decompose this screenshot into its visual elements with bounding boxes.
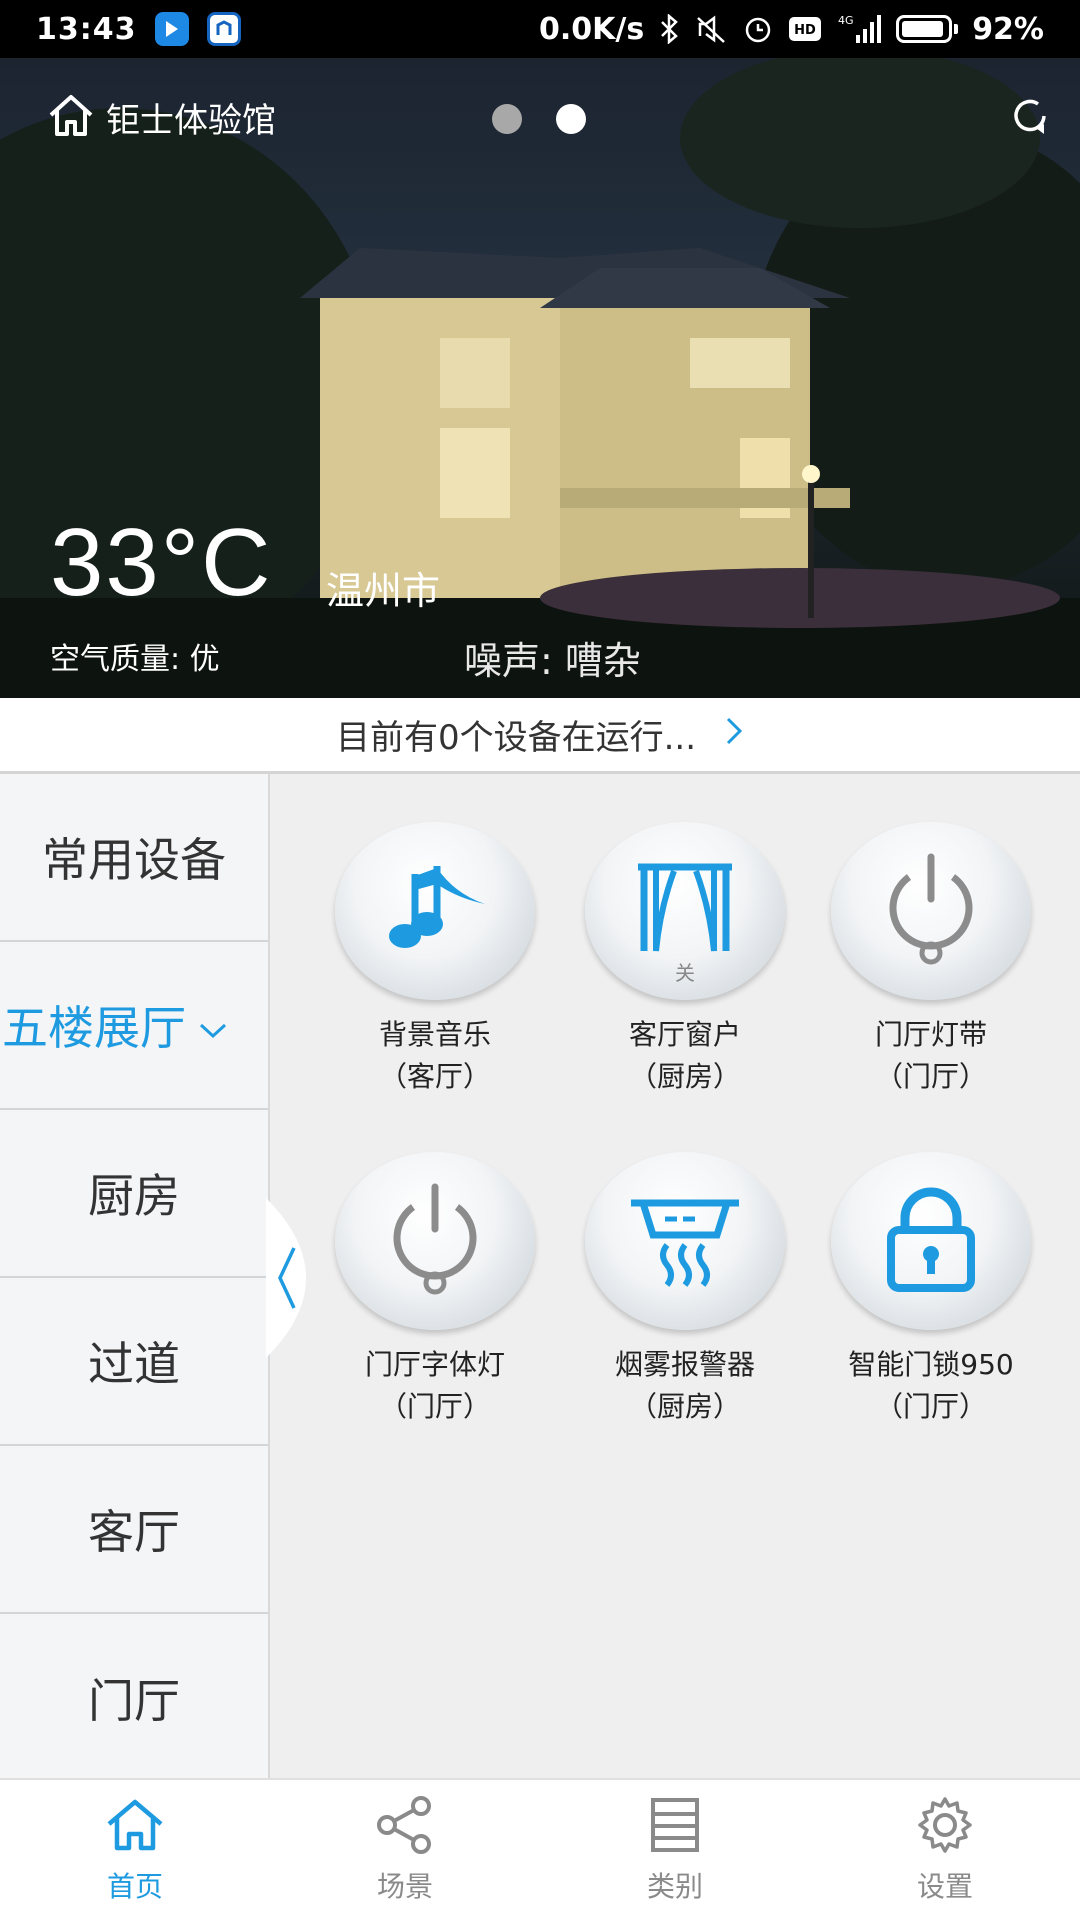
device-button[interactable]	[335, 822, 535, 1000]
sidebar-item-label: 门厅	[88, 1674, 180, 1728]
page-dot-2[interactable]	[556, 104, 586, 134]
page-indicator	[492, 104, 586, 134]
nav-label: 类别	[646, 1869, 703, 1903]
device-room: （门厅）	[378, 1390, 491, 1423]
smoke-alarm-icon	[625, 1189, 745, 1293]
city-name: 温州市	[326, 569, 441, 613]
app-notification-icon	[154, 12, 189, 46]
device-button[interactable]	[831, 822, 1031, 1000]
home-name: 钜士体验馆	[106, 100, 276, 141]
share-icon	[373, 1795, 437, 1861]
running-devices-bar[interactable]: 目前有0个设备在运行...	[0, 698, 1080, 774]
power-icon	[876, 849, 986, 973]
nav-categories[interactable]: 类别	[540, 1780, 810, 1920]
refresh-icon[interactable]	[1008, 94, 1052, 142]
nav-home[interactable]: 首页	[0, 1780, 270, 1920]
home-icon	[46, 92, 96, 142]
device-card-foyer-light-strip[interactable]: 门厅灯带 （门厅）	[806, 822, 1056, 1098]
sidebar-item-label: 五楼展厅	[2, 1001, 186, 1055]
alarm-icon	[742, 13, 774, 45]
sidebar-item-fifth-floor-hall[interactable]: 五楼展厅	[0, 942, 268, 1110]
bluetooth-icon	[658, 14, 680, 44]
power-icon	[380, 1179, 490, 1303]
air-quality: 空气质量: 优	[50, 642, 220, 677]
svg-text:HD: HD	[794, 23, 816, 38]
sidebar-item-label: 客厅	[88, 1505, 180, 1559]
temperature: 33°C	[50, 509, 273, 616]
bottom-nav: 首页 场景 类别 设置	[0, 1778, 1080, 1920]
nav-label: 设置	[916, 1869, 973, 1903]
sidebar-collapse-handle[interactable]	[266, 1198, 308, 1358]
sidebar-item-foyer[interactable]: 门厅	[0, 1614, 268, 1782]
sidebar-item-label: 厨房	[88, 1169, 180, 1223]
device-room: （门厅）	[874, 1390, 987, 1423]
device-room: （厨房）	[628, 1390, 741, 1423]
svg-text:4G: 4G	[838, 14, 854, 27]
hd-icon: HD	[788, 16, 822, 42]
sidebar-item-label: 常用设备	[42, 833, 226, 887]
device-card-living-room-window[interactable]: 关 客厅窗户 （厨房）	[560, 822, 810, 1098]
mute-icon	[694, 14, 728, 44]
device-button[interactable]: 关	[585, 822, 785, 1000]
device-state: 关	[675, 961, 695, 985]
sidebar-item-hallway[interactable]: 过道	[0, 1278, 268, 1446]
status-time: 13:43	[36, 11, 137, 47]
home-hero-banner[interactable]: 钜士体验馆 33°C 温州市 空气质量: 优 噪声: 嘈杂	[0, 58, 1080, 698]
device-card-foyer-letter-light[interactable]: 门厅字体灯 （门厅）	[310, 1152, 560, 1428]
network-speed: 0.0K/s	[538, 11, 645, 47]
nav-label: 首页	[106, 1869, 163, 1903]
nav-scenes[interactable]: 场景	[270, 1780, 540, 1920]
lock-icon	[881, 1184, 981, 1298]
device-name: 门厅字体灯	[364, 1348, 505, 1381]
device-card-background-music[interactable]: 背景音乐 （客厅）	[310, 822, 560, 1098]
device-name: 智能门锁950	[848, 1348, 1014, 1381]
device-card-smoke-alarm[interactable]: 烟雾报警器 （厨房）	[560, 1152, 810, 1428]
nav-label: 场景	[376, 1869, 433, 1903]
device-room: （门厅）	[874, 1060, 987, 1093]
page-dot-1[interactable]	[492, 104, 522, 134]
battery-percent: 92%	[972, 11, 1044, 47]
status-bar: 13:43 0.0K/s HD 4G 92%	[0, 0, 1080, 58]
device-name: 客厅窗户	[628, 1018, 741, 1051]
curtain-icon	[630, 859, 740, 963]
nav-settings[interactable]: 设置	[810, 1780, 1080, 1920]
chevron-down-icon	[198, 998, 228, 1052]
device-name: 烟雾报警器	[614, 1348, 755, 1381]
battery-icon	[896, 15, 959, 43]
home-icon	[103, 1796, 167, 1861]
device-room: （客厅）	[378, 1060, 491, 1093]
noise-level: 噪声: 嘈杂	[464, 639, 641, 683]
device-name: 背景音乐	[378, 1018, 491, 1051]
device-name: 门厅灯带	[874, 1018, 987, 1051]
signal-icon: 4G	[836, 13, 882, 45]
running-devices-text: 目前有0个设备在运行...	[335, 718, 697, 758]
category-icon	[643, 1796, 707, 1861]
device-button[interactable]	[335, 1152, 535, 1330]
gear-icon	[913, 1796, 977, 1861]
music-note-icon	[375, 854, 495, 968]
device-card-smart-lock[interactable]: 智能门锁950 （门厅）	[806, 1152, 1056, 1428]
home-selector[interactable]: 钜士体验馆	[46, 92, 276, 142]
chevron-right-icon	[724, 715, 744, 755]
sidebar-item-label: 过道	[88, 1337, 180, 1391]
sidebar-item-living-room[interactable]: 客厅	[0, 1446, 268, 1614]
room-sidebar: 常用设备 五楼展厅 厨房 过道 客厅 门厅	[0, 774, 270, 1778]
sidebar-item-kitchen[interactable]: 厨房	[0, 1110, 268, 1278]
device-button[interactable]	[585, 1152, 785, 1330]
app-notification-icon-2	[206, 12, 241, 46]
device-room: （厨房）	[628, 1060, 741, 1093]
sidebar-item-common-devices[interactable]: 常用设备	[0, 774, 268, 942]
device-button[interactable]	[831, 1152, 1031, 1330]
